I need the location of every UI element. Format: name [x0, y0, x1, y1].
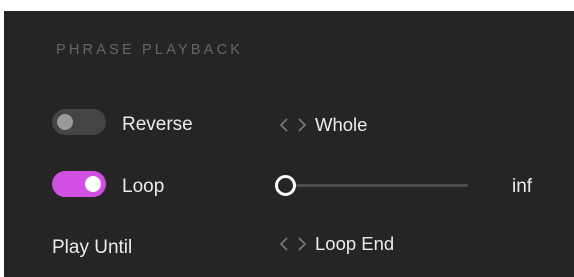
reverse-mode-value: Whole — [315, 113, 368, 135]
loop-count-value: inf — [512, 176, 533, 197]
play-until-selector[interactable]: Loop End — [279, 234, 394, 254]
loop-toggle[interactable] — [52, 171, 106, 197]
loop-label: Loop — [122, 176, 165, 197]
reverse-toggle-knob — [57, 114, 73, 130]
loop-count-slider-track[interactable] — [296, 184, 468, 187]
section-title: PHRASE PLAYBACK — [56, 42, 244, 58]
loop-count-slider-thumb[interactable] — [275, 175, 296, 196]
reverse-label: Reverse — [122, 114, 193, 135]
reverse-mode-selector[interactable]: Whole — [279, 115, 367, 135]
phrase-playback-panel: PHRASE PLAYBACK Reverse Whole Loop inf P… — [4, 11, 574, 277]
play-until-value: Loop End — [315, 232, 395, 254]
play-until-label: Play Until — [52, 237, 133, 258]
chevron-left-right-icon — [279, 234, 307, 254]
reverse-toggle[interactable] — [52, 109, 106, 135]
chevron-left-right-icon — [279, 115, 307, 135]
loop-toggle-knob — [85, 176, 101, 192]
